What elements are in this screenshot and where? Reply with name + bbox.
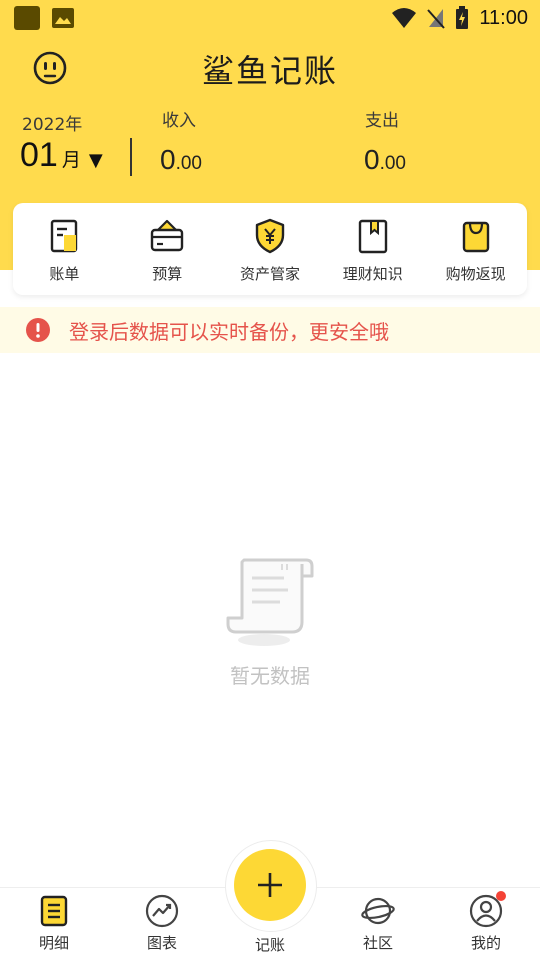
status-time: 11:00 (479, 6, 528, 29)
empty-state-text: 暂无数据 (230, 664, 310, 688)
month-value: 01 (20, 136, 58, 174)
scroll-icon (226, 558, 314, 646)
tab-mine[interactable]: 我的 (432, 888, 540, 961)
tab-label: 我的 (470, 934, 501, 952)
shopping-bag-icon (462, 221, 489, 253)
login-notice[interactable]: 登录后数据可以实时备份，更安全哦 (0, 307, 540, 353)
no-signal-icon (427, 9, 446, 29)
shield-yen-icon (255, 218, 285, 254)
image-notification-icon (52, 8, 74, 28)
shortcut-assets[interactable]: 资产管家 (219, 203, 322, 295)
shortcut-label: 购物返现 (445, 265, 506, 283)
shortcut-card: 账单 预算 资产管家 理财知识 购物返现 (13, 203, 527, 295)
planet-icon (361, 897, 395, 925)
year-label: 2022年 (22, 115, 83, 135)
alert-icon (26, 318, 50, 342)
tab-label: 明细 (38, 934, 69, 952)
income-label: 收入 (162, 111, 196, 131)
shortcut-label: 预算 (152, 265, 183, 283)
app-notification-icon (14, 6, 40, 30)
tab-community[interactable]: 社区 (324, 888, 432, 961)
header-divider (130, 138, 132, 176)
notice-text: 登录后数据可以实时备份，更安全哦 (69, 319, 389, 344)
battery-charging-icon (456, 6, 469, 29)
status-right: 11:00 (391, 4, 528, 32)
tab-label: 图表 (146, 934, 177, 952)
plus-icon (258, 873, 282, 897)
month-selector[interactable]: 01 月 ▼ (20, 136, 103, 175)
tab-details[interactable]: 明细 (0, 888, 108, 961)
wifi-icon (392, 8, 417, 28)
expense-value: 0.00 (364, 144, 406, 176)
shortcut-cashback[interactable]: 购物返现 (424, 203, 527, 295)
list-icon (40, 895, 68, 927)
trend-chart-icon (145, 894, 179, 928)
expense-dec: .00 (379, 153, 406, 174)
app-title: 鲨鱼记账 (201, 52, 338, 90)
caret-down-icon: ▼ (88, 150, 103, 171)
record-label: 记账 (254, 936, 285, 954)
expense-int: 0 (364, 144, 380, 175)
income-value: 0.00 (160, 144, 202, 176)
shortcut-finance-knowledge[interactable]: 理财知识 (321, 203, 424, 295)
bill-icon (51, 219, 78, 253)
month-unit: 月 (61, 149, 81, 171)
wallet-icon (150, 219, 184, 252)
shortcut-bill[interactable]: 账单 (13, 203, 116, 295)
shortcut-budget[interactable]: 预算 (116, 203, 219, 295)
status-bar: 11:00 (0, 0, 540, 36)
notification-dot (496, 891, 506, 901)
tab-charts[interactable]: 图表 (108, 888, 216, 961)
shortcut-label: 理财知识 (342, 265, 403, 283)
shortcut-label: 资产管家 (239, 265, 300, 283)
shortcut-label: 账单 (49, 265, 80, 283)
record-button[interactable] (234, 849, 306, 921)
expense-label: 支出 (365, 111, 399, 131)
income-int: 0 (160, 144, 176, 175)
income-dec: .00 (175, 153, 202, 174)
tab-label: 社区 (362, 934, 393, 952)
bookmark-book-icon (358, 219, 387, 254)
